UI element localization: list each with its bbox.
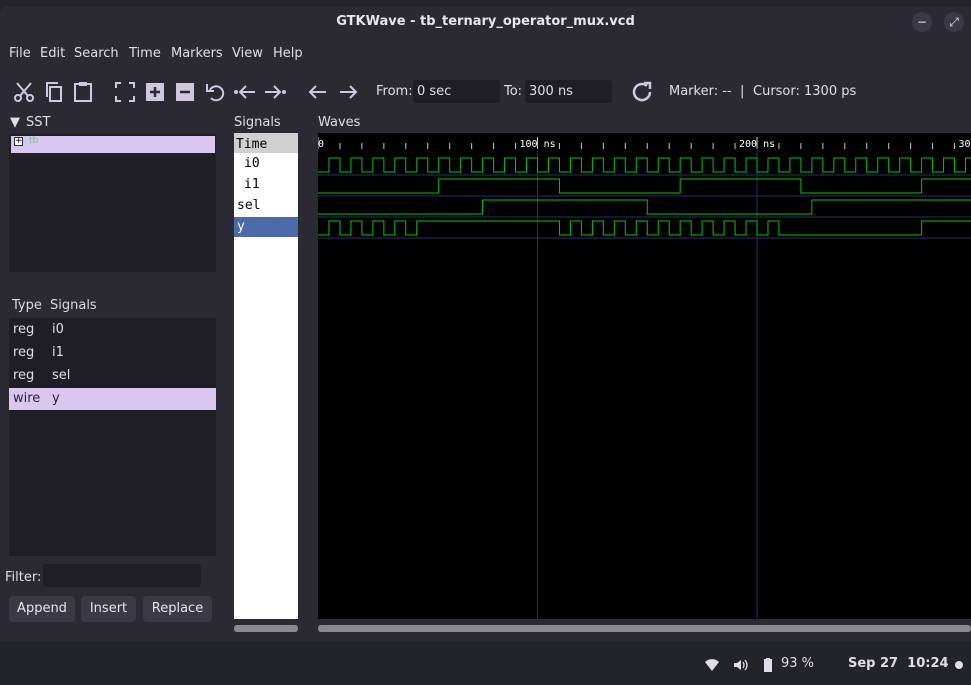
battery-icon[interactable] xyxy=(760,657,776,673)
insert-button[interactable]: Insert xyxy=(81,596,136,622)
maximize-button[interactable]: ⤢ xyxy=(944,12,964,32)
waveform-i0 xyxy=(318,157,971,173)
undo-icon[interactable] xyxy=(204,80,228,104)
table-row[interactable]: reg i1 xyxy=(9,342,216,364)
tree-item-label: tb xyxy=(29,136,39,146)
menu-bar: File Edit Search Time Markers View Help xyxy=(0,44,971,66)
prev-edge-icon[interactable] xyxy=(306,80,330,104)
zoom-in-icon[interactable] xyxy=(143,80,167,104)
filter-label: Filter: xyxy=(5,570,42,585)
header-signals[interactable]: Signals xyxy=(50,294,97,318)
row-type: reg xyxy=(13,368,35,383)
volume-icon[interactable] xyxy=(732,657,748,673)
waves-pane-title: Waves xyxy=(318,115,361,130)
to-label: To: xyxy=(504,84,523,99)
signal-name-y[interactable]: y xyxy=(234,217,298,237)
append-button[interactable]: Append xyxy=(9,596,75,622)
expand-icon[interactable]: + xyxy=(14,137,23,146)
menu-search[interactable]: Search xyxy=(74,46,119,61)
signal-name-i1[interactable]: i1 xyxy=(234,175,298,195)
time-header: Time xyxy=(234,133,298,153)
row-type: wire xyxy=(13,391,41,406)
row-signal: y xyxy=(52,391,60,406)
row-signal: i0 xyxy=(52,322,64,337)
row-type: reg xyxy=(13,322,35,337)
reload-icon[interactable] xyxy=(630,80,654,104)
waves-hscrollbar[interactable] xyxy=(318,625,971,632)
signals-name-list: Time i0 i1 sel y xyxy=(234,133,298,619)
marker-readout: Marker: -- xyxy=(669,84,732,99)
filter-input[interactable] xyxy=(43,564,201,587)
row-signal: i1 xyxy=(52,345,64,360)
waveform-y xyxy=(318,220,971,236)
paste-icon[interactable] xyxy=(71,80,95,104)
notification-dot-icon[interactable] xyxy=(951,657,967,673)
from-label: From: xyxy=(376,84,413,99)
table-row[interactable]: reg sel xyxy=(9,365,216,387)
menu-file[interactable]: File xyxy=(9,46,31,61)
window-title: GTKWave - tb_ternary_operator_mux.vcd xyxy=(336,14,635,29)
zoom-to-end-icon[interactable] xyxy=(263,80,287,104)
ruler-label: 0 xyxy=(318,139,324,150)
menu-markers[interactable]: Markers xyxy=(171,46,223,61)
signals-hscrollbar[interactable] xyxy=(234,625,298,632)
waveform-plot: 0100 ns200 ns300 xyxy=(317,137,971,619)
row-signal: sel xyxy=(52,368,71,383)
sst-expander-icon[interactable]: ▼ xyxy=(10,115,20,130)
waveform-i1 xyxy=(318,178,971,194)
signals-pane-title: Signals xyxy=(234,115,281,130)
clock[interactable]: Sep 27 10:24 xyxy=(848,656,949,671)
menu-edit[interactable]: Edit xyxy=(40,46,65,61)
toolbar-separator: | xyxy=(740,84,745,99)
gtkwave-window: GTKWave - tb_ternary_operator_mux.vcd − … xyxy=(0,6,971,642)
signal-name-i0[interactable]: i0 xyxy=(234,154,298,174)
zoom-to-start-icon[interactable] xyxy=(233,80,257,104)
toolbar: From: 0 sec To: 300 ns Marker: -- | Curs… xyxy=(0,76,971,108)
battery-percent: 93 % xyxy=(781,656,815,671)
zoom-fit-icon[interactable] xyxy=(113,80,137,104)
waves-canvas[interactable]: 0100 ns200 ns300 xyxy=(317,133,971,619)
cut-icon[interactable] xyxy=(12,80,36,104)
row-type: reg xyxy=(13,345,35,360)
signals-table-header: Type Signals xyxy=(9,294,216,318)
header-type[interactable]: Type xyxy=(12,294,42,318)
sst-title: SST xyxy=(26,115,51,130)
to-input[interactable]: 300 ns xyxy=(525,80,612,103)
tree-item-tb[interactable]: + tb xyxy=(11,136,215,153)
minimize-button[interactable]: − xyxy=(912,12,932,32)
waveform-sel xyxy=(318,199,971,215)
sst-tree[interactable]: + tb xyxy=(9,134,216,272)
next-edge-icon[interactable] xyxy=(336,80,360,104)
signal-name-sel[interactable]: sel xyxy=(234,196,298,216)
signals-table: Type Signals reg i0 reg i1 reg sel wire y xyxy=(9,294,216,556)
system-status-bar: 93 % Sep 27 10:24 xyxy=(0,645,971,685)
cursor-readout: Cursor: 1300 ps xyxy=(753,84,857,99)
zoom-out-icon[interactable] xyxy=(173,80,197,104)
copy-icon[interactable] xyxy=(42,80,66,104)
menu-help[interactable]: Help xyxy=(273,46,303,61)
table-row[interactable]: reg i0 xyxy=(9,319,216,341)
replace-button[interactable]: Replace xyxy=(143,596,212,622)
wifi-icon[interactable] xyxy=(704,657,720,673)
menu-view[interactable]: View xyxy=(232,46,263,61)
menu-time[interactable]: Time xyxy=(129,46,161,61)
ruler-label: 300 xyxy=(959,139,971,150)
table-row[interactable]: wire y xyxy=(9,388,216,410)
from-input[interactable]: 0 sec xyxy=(413,80,500,103)
